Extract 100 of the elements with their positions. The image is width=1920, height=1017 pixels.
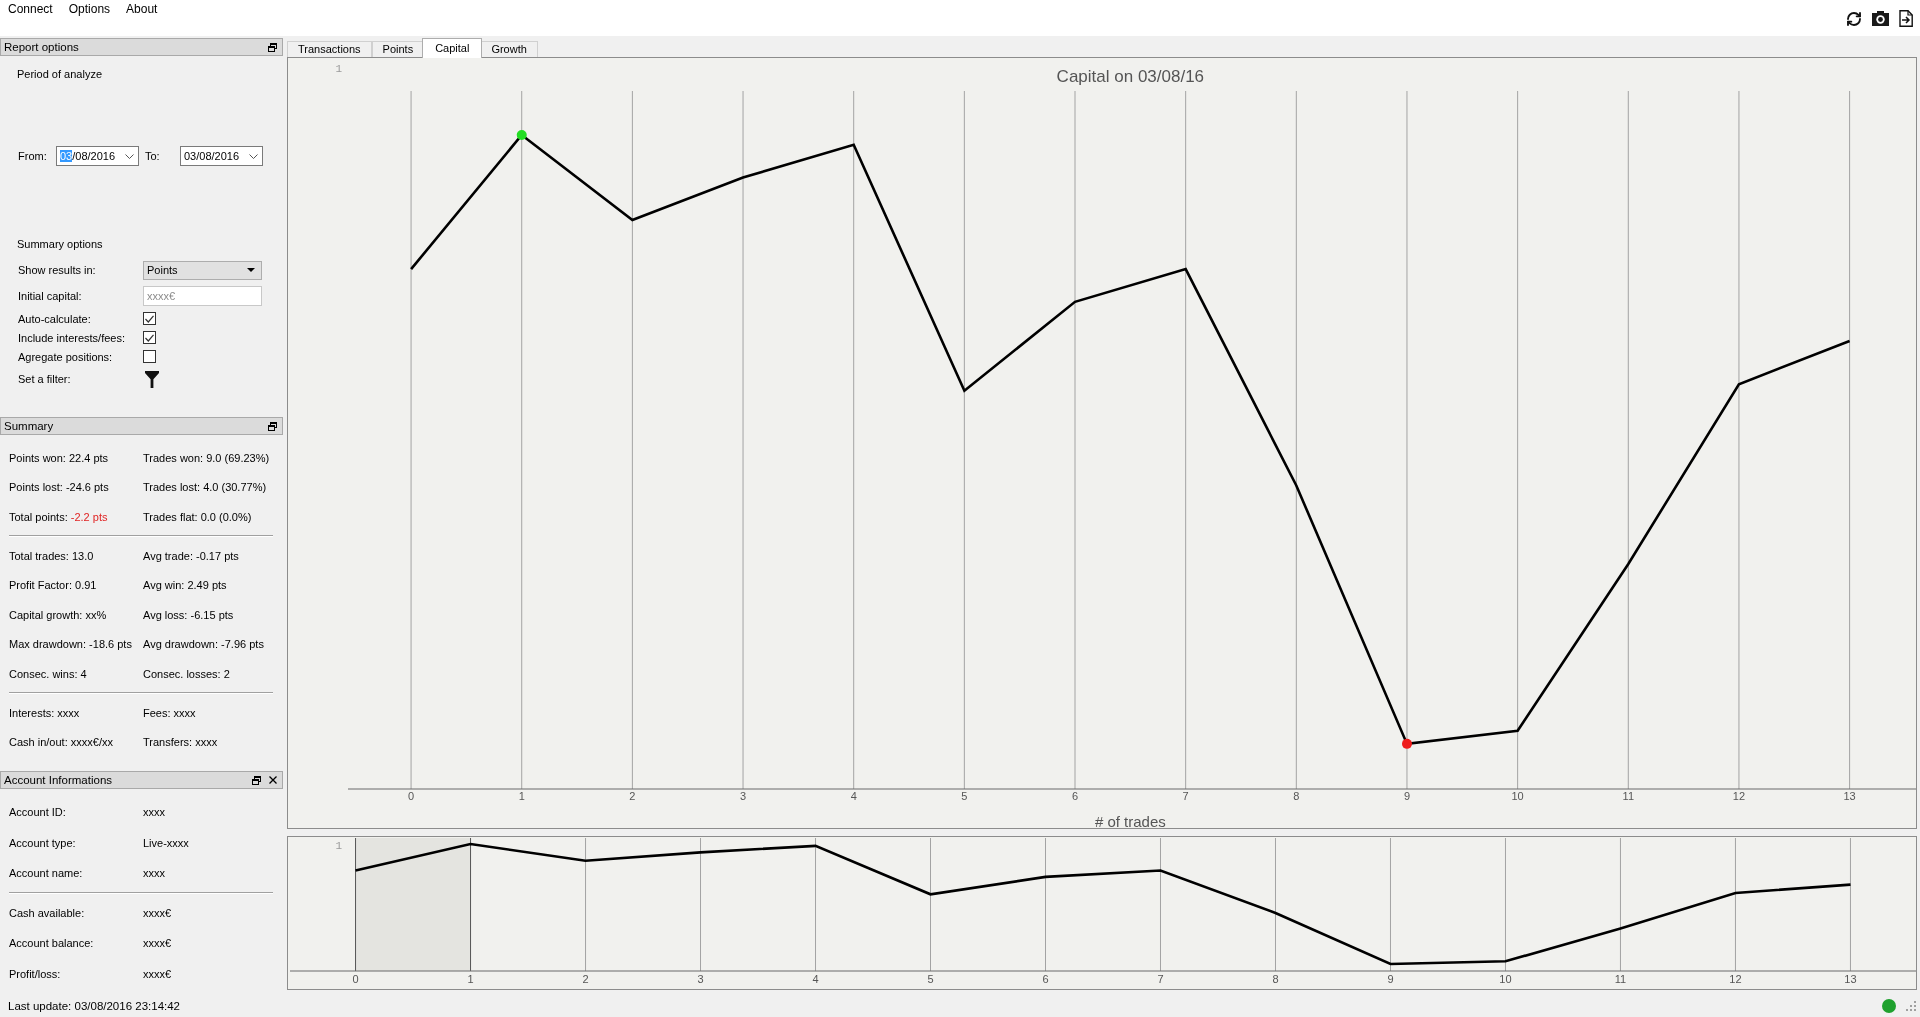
axis-tick-label: 13 — [1843, 790, 1856, 802]
checkbox[interactable] — [143, 350, 156, 363]
stat-text: Trades flat: 0.0 (0.0%) — [143, 511, 252, 523]
stat-text: Profit Factor: 0.91 — [9, 579, 97, 592]
stat-text: Avg trade: -0.17 pts — [143, 549, 239, 562]
filter-icon[interactable] — [145, 370, 159, 388]
field-label: From: — [18, 150, 48, 162]
field-label: Profit/loss: — [9, 967, 61, 980]
field-value: xxxx€ — [143, 906, 172, 919]
checkmark-icon — [145, 314, 154, 323]
field-value: xxxx€ — [143, 967, 172, 980]
field-value: xxxx — [143, 806, 165, 819]
axis-tick-label: 13 — [1844, 973, 1857, 985]
axis-tick-label: 2 — [629, 790, 636, 802]
axis-tick-label: 8 — [1293, 790, 1300, 802]
field-label: Account type: — [9, 836, 76, 849]
field-label: To: — [144, 150, 161, 162]
axis-tick-label: 5 — [927, 973, 934, 985]
stat-text: Consec. wins: 4 — [9, 667, 87, 680]
checkmark-icon — [145, 333, 154, 342]
field-label: Include interests/fees: — [18, 331, 125, 344]
field-label: Account name: — [9, 867, 83, 880]
field-label: Account ID: — [9, 806, 66, 819]
menu-item[interactable]: Options — [60, 0, 119, 19]
caret-icon — [247, 268, 255, 272]
size-grip-icon[interactable] — [1905, 1000, 1917, 1012]
field-label: Initial capital: — [18, 290, 82, 302]
axis-tick-label: 7 — [1182, 790, 1189, 802]
field-label: Set a filter: — [18, 373, 71, 385]
stat-text: Trades lost: 4.0 (30.77%) — [143, 481, 267, 494]
axis-tick-label: 4 — [850, 790, 857, 802]
axis-tick-label: 3 — [697, 973, 704, 985]
panel-title: Account Informations — [4, 774, 113, 786]
axis-tick-label: 6 — [1071, 790, 1079, 802]
field-label: Agregate positions: — [18, 350, 113, 363]
axis-title: # of trades — [1094, 813, 1166, 828]
axis-tick-label: 12 — [1729, 973, 1742, 985]
field-label: Auto-calculate: — [18, 312, 91, 325]
axis-tick-label: 2 — [582, 973, 589, 985]
axis-tick-label: 1 — [467, 973, 474, 985]
axis-tick-label: 11 — [1622, 790, 1634, 802]
stat-text: Capital growth: xx% — [9, 608, 107, 621]
chevron-down-icon — [249, 153, 258, 159]
axis-tick-label: 5 — [961, 790, 968, 802]
stat-text: Trades won: 9.0 (69.23%) — [143, 451, 270, 464]
corner-label: 1 — [335, 840, 342, 852]
axis-tick-label: 0 — [408, 790, 415, 802]
field-value: xxxx€ — [143, 937, 172, 950]
file-arrow-icon[interactable] — [1899, 10, 1913, 27]
axis-tick-label: 9 — [1387, 973, 1394, 985]
axis-tick-label: 12 — [1732, 790, 1746, 802]
axis-tick-label: 7 — [1157, 973, 1164, 985]
axis-tick-label: 6 — [1042, 973, 1049, 985]
axis-tick-label: 1 — [518, 790, 525, 802]
checkbox[interactable] — [143, 312, 156, 325]
menu-item[interactable]: About — [118, 0, 166, 19]
chevron-down-icon — [125, 153, 134, 159]
status-text: Last update: 03/08/2016 23:14:42 — [8, 1000, 180, 1012]
axis-tick-label: 4 — [812, 973, 819, 985]
stat-text: Avg drawdown: -7.96 pts — [143, 638, 264, 651]
stat-text: Cash in/out: xxxx€/xx — [9, 736, 113, 749]
stat-text: Transfers: xxxx — [143, 736, 218, 749]
section-heading: Period of analyze — [17, 67, 102, 82]
axis-tick-label: 0 — [352, 973, 359, 985]
selection-range[interactable] — [355, 838, 471, 971]
stat-text: Avg loss: -6.15 pts — [143, 608, 234, 621]
date-field[interactable]: 03/08/2016 — [180, 146, 263, 166]
axis-tick-label: 11 — [1614, 973, 1627, 985]
stat-text: Fees: xxxx — [143, 706, 196, 719]
stat-text: Points lost: -24.6 pts — [9, 481, 109, 494]
axis-tick-label: 10 — [1499, 973, 1512, 985]
stat-text: Consec. losses: 2 — [143, 667, 230, 680]
stat-text: Points won: 22.4 pts — [9, 451, 109, 464]
axis-tick-label: 8 — [1272, 973, 1279, 985]
menu-item[interactable]: Connect — [0, 0, 61, 19]
undock-icon[interactable] — [252, 775, 261, 785]
input-field[interactable]: xxxx€ — [143, 286, 262, 306]
undock-icon[interactable] — [268, 421, 277, 431]
checkbox[interactable] — [143, 331, 156, 344]
stat-text: Interests: xxxx — [9, 706, 80, 719]
field-value: Live-xxxx — [143, 836, 189, 849]
field-label: Account balance: — [9, 937, 94, 950]
corner-label: 1 — [335, 63, 342, 75]
axis-tick-label: 10 — [1511, 790, 1524, 802]
field-label: Show results in: — [18, 264, 96, 276]
field-value: xxxx — [143, 867, 165, 880]
axis-tick-label: 3 — [740, 790, 747, 802]
undock-icon[interactable] — [268, 42, 277, 52]
axis-tick-label: 9 — [1403, 790, 1411, 802]
dropdown[interactable]: Points — [143, 260, 262, 280]
tab[interactable]: Capital — [422, 38, 483, 58]
stat-text: Max drawdown: -18.6 pts — [9, 638, 132, 651]
camera-icon[interactable] — [1872, 11, 1889, 26]
close-icon[interactable] — [269, 776, 277, 784]
refresh-icon[interactable] — [1846, 10, 1862, 27]
panel-title: Summary — [4, 420, 54, 432]
field-label: Cash available: — [9, 906, 85, 919]
section-heading: Summary options — [17, 237, 103, 252]
stat-text: Total points: -2.2 pts — [9, 511, 108, 523]
stat-text: Total trades: 13.0 — [9, 549, 94, 562]
